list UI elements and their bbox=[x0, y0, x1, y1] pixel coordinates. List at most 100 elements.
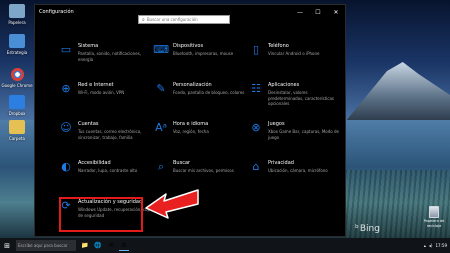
keyboard-icon: ⌨ bbox=[153, 43, 169, 56]
recycle-bin-label: Papelera de reciclaje bbox=[423, 219, 445, 228]
system-tray: ▴ ◂) 17:59 bbox=[424, 238, 447, 253]
taskbar-app-browser[interactable]: 🌐 bbox=[93, 241, 103, 251]
clock[interactable]: 17:59 bbox=[435, 243, 447, 248]
phone-icon: ▯ bbox=[252, 43, 260, 56]
settings-category-apps[interactable]: ☷ Aplicaciones Desinstalar, valores predet… bbox=[249, 82, 339, 107]
start-button[interactable]: ⊞ bbox=[0, 238, 14, 253]
settings-category-description: Fondo, pantalla de bloqueo, colores bbox=[173, 90, 245, 95]
minimize-button[interactable]: — bbox=[291, 5, 309, 19]
search-icon: ⌕ bbox=[157, 160, 165, 173]
settings-category-text: Sistema Pantalla, sonido, notificaciones,… bbox=[78, 43, 154, 68]
taskbar-search-placeholder: Escribe aquí para buscar bbox=[18, 243, 68, 248]
settings-category-name: Aplicaciones bbox=[268, 82, 300, 88]
clock-time: 17:59 bbox=[435, 243, 447, 248]
desktop-icon-recycle-bin[interactable]: Papelera de reciclaje bbox=[420, 206, 448, 228]
recycle-bin-icon bbox=[429, 206, 439, 218]
settings-category-keyboard[interactable]: ⌨ Dispositivos Bluetooth, impresoras, mous… bbox=[153, 43, 249, 68]
settings-category-search[interactable]: ⌕ Buscar Buscar mis archivos, permisos bbox=[154, 160, 249, 185]
settings-category-name: Teléfono bbox=[268, 43, 289, 49]
bing-logo-icon: ᵇ bbox=[355, 224, 359, 234]
settings-category-gamepad[interactable]: ⊗ Juegos Xbox Game Bar, capturas, Modo de … bbox=[249, 121, 339, 146]
desktop-icon-2[interactable]: Google Chrome bbox=[1, 68, 33, 88]
desktop-icon-0[interactable]: Papelera bbox=[4, 4, 30, 25]
settings-category-description: Tus cuentas, correo electrónico, sincron… bbox=[78, 129, 142, 140]
window-title: Configuración bbox=[39, 9, 74, 15]
volume-icon[interactable]: ◂) bbox=[429, 243, 433, 248]
desktop-icon-label: Google Chrome bbox=[1, 83, 33, 88]
highlight-box bbox=[59, 197, 143, 232]
settings-category-name: Privacidad bbox=[268, 160, 294, 166]
settings-category-description: Narrador, lupa, contraste alto bbox=[78, 168, 138, 173]
settings-category-name: Dispositivos bbox=[173, 43, 204, 49]
brush-icon: ✎ bbox=[156, 82, 166, 95]
settings-category-lock[interactable]: ⌂ Privacidad Ubicación, cámara, micrófono bbox=[249, 160, 339, 185]
settings-category-name: Hora e idioma bbox=[173, 121, 209, 127]
settings-category-text: Privacidad Ubicación, cámara, micrófono bbox=[268, 160, 328, 185]
settings-category-clock-language[interactable]: Aᵃ Hora e idioma Voz, región, fecha bbox=[154, 121, 249, 146]
desktop-icon-label: Papelera bbox=[8, 20, 26, 25]
laptop-icon: ▭ bbox=[60, 43, 72, 56]
lock-icon: ⌂ bbox=[252, 160, 260, 173]
settings-category-description: Xbox Game Bar, capturas, Modo de juego bbox=[268, 129, 339, 140]
taskbar-app-mail[interactable]: ✉ bbox=[106, 241, 116, 251]
bing-watermark: ᵇ Bing bbox=[355, 224, 380, 234]
settings-category-text: Personalización Fondo, pantalla de bloque… bbox=[173, 82, 244, 107]
taskbar-app-settings[interactable]: ⚙ bbox=[119, 241, 129, 251]
clock-language-icon: Aᵃ bbox=[155, 121, 167, 134]
settings-category-text: Juegos Xbox Game Bar, capturas, Modo de j… bbox=[268, 121, 339, 146]
gamepad-icon: ⊗ bbox=[251, 121, 261, 134]
settings-category-description: Buscar mis archivos, permisos bbox=[173, 168, 234, 173]
settings-category-description: Ubicación, cámara, micrófono bbox=[268, 168, 328, 173]
search-placeholder: Buscar una configuración bbox=[146, 17, 198, 22]
desktop-icon-1[interactable]: Estrategia bbox=[4, 34, 30, 55]
close-button[interactable]: ✕ bbox=[327, 5, 345, 19]
settings-category-name: Buscar bbox=[173, 160, 191, 166]
settings-category-name: Personalización bbox=[173, 82, 212, 88]
settings-category-description: Voz, región, fecha bbox=[173, 129, 209, 134]
settings-category-laptop[interactable]: ▭ Sistema Pantalla, sonido, notificaciones… bbox=[59, 43, 154, 68]
desktop-icon-label: Carpeta bbox=[9, 136, 25, 141]
chrome-icon bbox=[10, 68, 24, 81]
desktop-icon-4[interactable]: Carpeta bbox=[4, 120, 30, 141]
maximize-button[interactable]: ☐ bbox=[309, 5, 327, 19]
settings-category-text: Teléfono Vincular Android o iPhone bbox=[268, 43, 319, 68]
settings-category-description: Pantalla, sonido, notificaciones, energí… bbox=[78, 51, 142, 62]
apps-icon: ☷ bbox=[251, 82, 261, 95]
settings-category-person[interactable]: ☺ Cuentas Tus cuentas, correo electrónico,… bbox=[59, 121, 154, 146]
bing-label: Bing bbox=[359, 224, 380, 234]
search-icon: ⌕ bbox=[142, 16, 145, 23]
settings-category-text: Cuentas Tus cuentas, correo electrónico, … bbox=[78, 121, 154, 146]
settings-category-description: Bluetooth, impresoras, mouse bbox=[173, 51, 234, 56]
globe-icon: ⊕ bbox=[61, 82, 71, 95]
settings-category-description: Vincular Android o iPhone bbox=[268, 51, 320, 56]
taskbar-apps: 📁 🌐 ✉ ⚙ bbox=[80, 241, 129, 251]
document-icon bbox=[9, 34, 25, 48]
settings-category-brush[interactable]: ✎ Personalización Fondo, pantalla de bloqu… bbox=[154, 82, 249, 107]
settings-category-name: Cuentas bbox=[78, 121, 99, 127]
settings-category-globe[interactable]: ⊕ Red e Internet Wi-Fi, modo avión, VPN bbox=[59, 82, 154, 107]
window-controls: — ☐ ✕ bbox=[291, 5, 345, 19]
accessibility-icon: ◐ bbox=[61, 160, 71, 173]
settings-category-phone[interactable]: ▯ Teléfono Vincular Android o iPhone bbox=[249, 43, 339, 68]
settings-category-name: Sistema bbox=[78, 43, 99, 49]
red-arrow-annotation bbox=[145, 189, 199, 219]
person-icon: ☺ bbox=[60, 121, 72, 134]
settings-category-name: Red e Internet bbox=[78, 82, 114, 88]
taskbar-search-input[interactable]: Escribe aquí para buscar bbox=[16, 240, 76, 251]
taskbar: ⊞ Escribe aquí para buscar 📁 🌐 ✉ ⚙ ▴ ◂) … bbox=[0, 238, 450, 253]
settings-category-description: Wi-Fi, modo avión, VPN bbox=[78, 90, 125, 95]
settings-search-input[interactable]: ⌕ Buscar una configuración bbox=[138, 15, 230, 24]
settings-category-text: Dispositivos Bluetooth, impresoras, mouse bbox=[173, 43, 233, 68]
dropbox-icon bbox=[9, 95, 25, 109]
network-icon[interactable]: ▴ bbox=[424, 243, 426, 248]
settings-category-description: Desinstalar, valores predeterminados, ca… bbox=[268, 90, 334, 106]
settings-category-text: Red e Internet Wi-Fi, modo avión, VPN bbox=[78, 82, 124, 107]
folder-icon bbox=[9, 120, 25, 134]
settings-category-text: Accesibilidad Narrador, lupa, contraste a… bbox=[78, 160, 137, 185]
settings-category-name: Accesibilidad bbox=[78, 160, 111, 166]
settings-category-text: Buscar Buscar mis archivos, permisos bbox=[173, 160, 234, 185]
settings-category-accessibility[interactable]: ◐ Accesibilidad Narrador, lupa, contraste … bbox=[59, 160, 154, 185]
desktop-icon-3[interactable]: Dropbox bbox=[4, 95, 30, 116]
taskbar-app-explorer[interactable]: 📁 bbox=[80, 241, 90, 251]
desktop-icon-label: Estrategia bbox=[6, 50, 28, 55]
